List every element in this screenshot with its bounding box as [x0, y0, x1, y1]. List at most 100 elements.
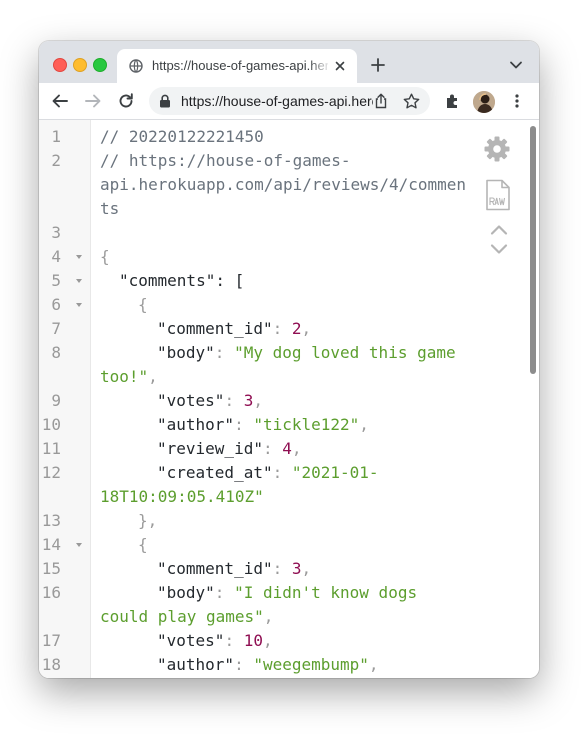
code-line: "votes": 3,	[157, 391, 263, 410]
extensions-icon[interactable]	[444, 92, 462, 110]
json-viewer: 1 2 3 4 5 6 7 8 9 10 11 12 13 14 15 16 1…	[39, 120, 539, 678]
json-key: "author"	[157, 415, 235, 434]
line-number: 18	[41, 655, 61, 674]
globe-icon	[129, 59, 143, 73]
active-tab[interactable]: https://house-of-games-api.herokuapp.com…	[117, 49, 357, 83]
raw-icon[interactable]	[485, 179, 511, 211]
line-number: 16	[41, 583, 61, 602]
code-line: "body": "I didn't know dogs	[157, 583, 418, 602]
line-number: 7	[51, 319, 61, 338]
line-number: 9	[51, 391, 61, 410]
more-vert-icon[interactable]	[513, 93, 521, 109]
line-number: 12	[41, 463, 61, 482]
avatar[interactable]	[473, 91, 495, 113]
code-line: ts	[100, 197, 520, 221]
json-key: "body"	[157, 583, 215, 602]
fold-toggle-icon[interactable]	[75, 277, 83, 285]
json-string: "weegembump"	[253, 655, 369, 674]
json-number: 4	[282, 439, 292, 458]
gear-icon[interactable]	[483, 135, 511, 163]
brace: {	[138, 295, 148, 314]
code-line: could play games",	[100, 607, 274, 626]
tab-strip: https://house-of-games-api.herokuapp.com…	[39, 41, 539, 83]
line-number: 11	[41, 439, 61, 458]
json-string: too!"	[100, 367, 149, 386]
json-number: 3	[291, 559, 302, 578]
zoom-window-button[interactable]	[93, 58, 107, 72]
code-line: "author": "weegembump",	[157, 655, 379, 674]
code-line: "comment_id": 2,	[157, 319, 312, 338]
code-line: "body": "My dog loved this game	[157, 343, 456, 362]
minimize-window-button[interactable]	[73, 58, 87, 72]
comment-text: // 20220122221450	[100, 127, 264, 146]
scrollbar-thumb[interactable]	[530, 126, 536, 374]
line-number: 2	[51, 151, 61, 170]
code-line: {	[100, 245, 520, 269]
brace: },	[138, 511, 158, 530]
browser-toolbar: https://house-of-games-api.herokuapp.com…	[39, 83, 539, 120]
line-number: 8	[51, 343, 61, 362]
json-number: 10	[243, 631, 263, 650]
code-line: "review_id": 4,	[157, 439, 302, 458]
json-key: "created_at"	[157, 463, 273, 482]
address-bar[interactable]: https://house-of-games-api.herokuapp.com…	[149, 87, 430, 115]
code-line: "comments": [	[119, 269, 539, 293]
close-icon[interactable]	[332, 58, 348, 74]
reload-icon[interactable]	[117, 92, 135, 110]
json-string: 18T10:09:05.410Z"	[100, 487, 264, 506]
line-number: 3	[51, 223, 61, 242]
json-key: "body"	[157, 343, 215, 362]
chevron-down-icon[interactable]	[509, 59, 523, 71]
line-number: 14	[41, 535, 61, 554]
json-key: "votes"	[157, 631, 225, 650]
fold-toggle-icon[interactable]	[75, 541, 83, 549]
comment-text: api.herokuapp.com/api/reviews/4/commen	[100, 175, 467, 194]
json-string: "My dog loved this game	[234, 343, 456, 362]
code-line: api.herokuapp.com/api/reviews/4/commen	[100, 173, 520, 197]
json-key: "review_id"	[157, 439, 263, 458]
json-number: 3	[243, 391, 254, 410]
json-key: "comments": [	[119, 271, 245, 290]
json-key: "comment_id"	[157, 559, 273, 578]
json-key: "votes"	[157, 391, 225, 410]
back-arrow-icon[interactable]	[51, 93, 69, 109]
star-icon[interactable]	[403, 93, 420, 109]
code-line: },	[138, 509, 539, 533]
line-number: 13	[41, 511, 61, 530]
share-icon[interactable]	[373, 93, 389, 109]
line-number: 4	[51, 247, 61, 266]
fold-toggle-icon[interactable]	[75, 253, 83, 261]
fold-toggle-icon[interactable]	[75, 301, 83, 309]
json-string: "I didn't know dogs	[234, 583, 418, 602]
code-line: // https://house-of-games-	[100, 149, 520, 173]
url-text[interactable]: https://house-of-games-api.herokuapp.com…	[181, 93, 373, 109]
close-window-button[interactable]	[53, 58, 67, 72]
json-string: "2021-01-	[291, 463, 379, 482]
code-line: too!",	[100, 367, 158, 386]
profile-picture	[473, 91, 495, 113]
brace: {	[100, 247, 110, 266]
line-number: 15	[41, 559, 61, 578]
code-line: "created_at": "2021-01-	[157, 463, 379, 482]
json-key: "comment_id"	[157, 319, 273, 338]
line-number: 17	[41, 631, 61, 650]
line-number: 6	[51, 295, 61, 314]
line-number: 10	[41, 415, 61, 434]
code-line: 18T10:09:05.410Z"	[100, 485, 520, 509]
code-line: {	[138, 293, 539, 317]
chevron-down-icon[interactable]	[490, 243, 508, 255]
plus-icon[interactable]	[370, 57, 386, 73]
forward-arrow-icon[interactable]	[84, 93, 102, 109]
json-number: 2	[291, 319, 302, 338]
json-string: "tickle122"	[253, 415, 360, 434]
code-line: // 20220122221450	[100, 125, 520, 149]
tab-title-fade	[309, 55, 331, 77]
json-key: "author"	[157, 655, 235, 674]
chevron-up-icon[interactable]	[490, 224, 508, 236]
comment-text: // https://house-of-games-	[100, 151, 351, 170]
lock-icon[interactable]	[159, 94, 171, 108]
code-line: {	[138, 533, 539, 557]
browser-window: https://house-of-games-api.herokuapp.com…	[39, 41, 539, 678]
comment-text: ts	[100, 199, 120, 218]
tab-title: https://house-of-games-api.herokuapp.com…	[152, 58, 328, 73]
